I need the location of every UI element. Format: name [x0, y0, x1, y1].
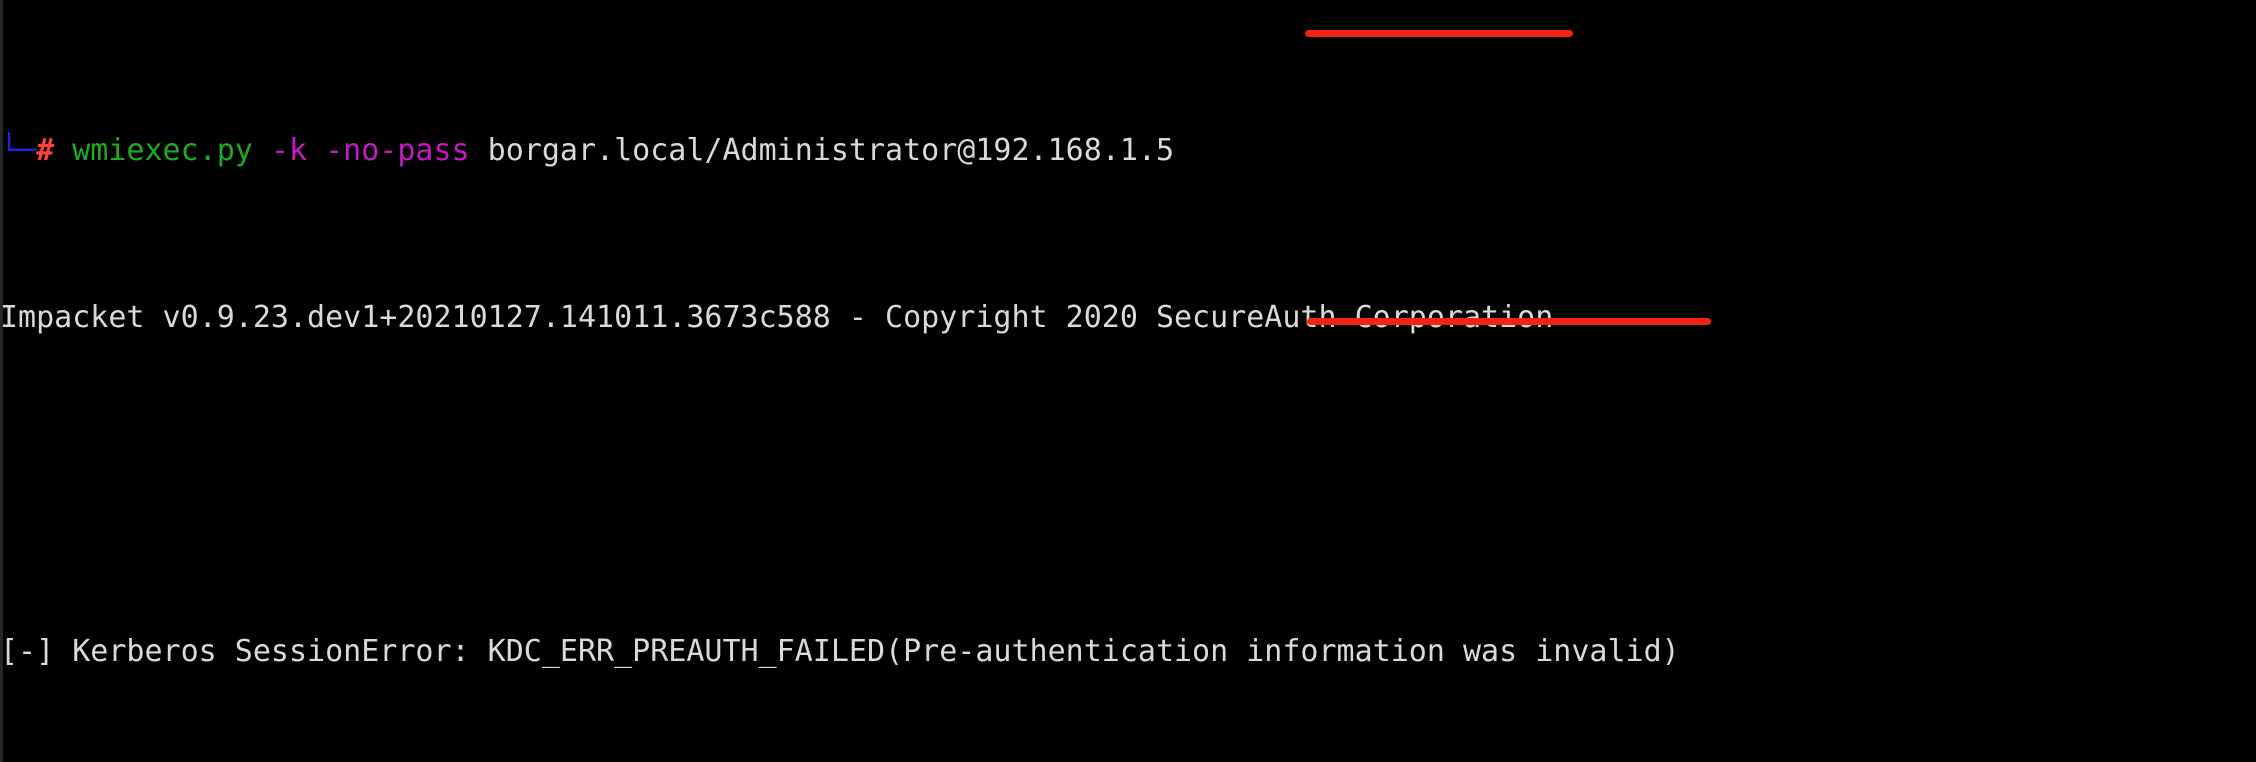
ip-address-underline	[1305, 30, 1573, 37]
prompt-hash-icon: #	[36, 132, 55, 168]
command-name: wmiexec.py	[54, 132, 271, 168]
prompt-corner-icon: └─	[0, 132, 37, 168]
command-target: borgar.local/Administrator@192.168.1.5	[469, 132, 1175, 168]
window-left-edge	[0, 0, 3, 762]
impacket-banner-1: Impacket v0.9.23.dev1+20210127.141011.36…	[0, 300, 2256, 334]
hostname-underline	[1307, 318, 1711, 325]
kerberos-error-text: [-] Kerberos SessionError: KDC_ERR_PREAU…	[0, 633, 1680, 669]
terminal-window: └─# wmiexec.py -k -no-pass borgar.local/…	[0, 0, 2256, 762]
command-flags: -k -no-pass	[270, 132, 470, 168]
terminal-screen[interactable]: └─# wmiexec.py -k -no-pass borgar.local/…	[0, 0, 2256, 762]
command-line-1: └─# wmiexec.py -k -no-pass borgar.local/…	[0, 132, 2256, 168]
kerberos-error-line: [-] Kerberos SessionError: KDC_ERR_PREAU…	[0, 633, 2256, 669]
